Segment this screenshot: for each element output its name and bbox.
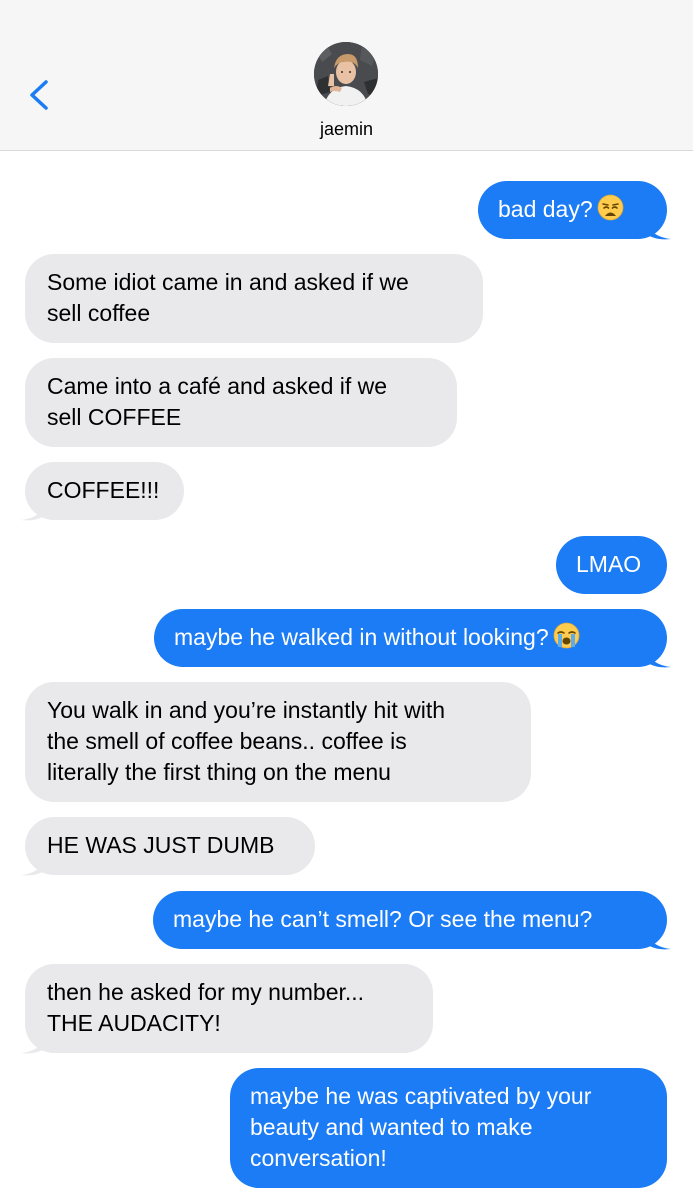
weary-face-icon (597, 194, 624, 229)
message-line: literally the first thing on the menu (47, 759, 391, 785)
message-line: the smell of coffee beans.. coffee is (47, 728, 407, 754)
message-text: bad day? (498, 196, 593, 222)
received-message[interactable]: COFFEE!!! (25, 462, 184, 520)
received-message[interactable]: then he asked for my number... THE AUDAC… (25, 964, 433, 1053)
bubble-tail (21, 1035, 47, 1054)
sent-message[interactable]: maybe he walked in without looking? (154, 609, 667, 667)
message-line: conversation! (250, 1145, 387, 1171)
sent-message[interactable]: maybe he was captivated by your beauty a… (230, 1068, 667, 1188)
sent-message[interactable]: LMAO (556, 536, 667, 594)
bubble-tail (645, 931, 671, 950)
conversation-header: jaemin (0, 0, 693, 151)
message-line: sell COFFEE (47, 404, 182, 430)
received-message[interactable]: Some idiot came in and asked if we sell … (25, 254, 483, 343)
received-message[interactable]: You walk in and you’re instantly hit wit… (25, 682, 531, 802)
message-text: maybe he walked in without looking? (174, 624, 549, 650)
bubble-tail (21, 502, 47, 521)
back-button[interactable] (20, 70, 60, 120)
received-message[interactable]: HE WAS JUST DUMB (25, 817, 315, 875)
message-line: Some idiot came in and asked if we (47, 269, 409, 295)
message-line: You walk in and you’re instantly hit wit… (47, 697, 446, 723)
received-message[interactable]: Came into a café and asked if we sell CO… (25, 358, 457, 447)
sent-message[interactable]: bad day? (478, 181, 667, 239)
message-text: HE WAS JUST DUMB (47, 832, 275, 858)
bubble-tail (645, 649, 671, 668)
contact-name: jaemin (319, 119, 374, 139)
bubble-tail (21, 857, 47, 876)
message-line: Came into a café and asked if we (47, 373, 388, 399)
message-thread[interactable]: bad day? Some idiot came in and asked if… (0, 151, 693, 1200)
contact-avatar[interactable] (314, 42, 378, 106)
message-line: beauty and wanted to make (250, 1114, 533, 1140)
message-text: LMAO (576, 551, 642, 577)
message-line: sell coffee (47, 300, 151, 326)
loudly-crying-face-icon (553, 622, 580, 657)
sent-message[interactable]: maybe he can’t smell? Or see the menu? (153, 891, 667, 949)
chevron-left-icon (30, 80, 48, 110)
message-line: then he asked for my number... (47, 979, 365, 1005)
bubble-tail (645, 221, 671, 240)
message-text: COFFEE!!! (47, 477, 160, 503)
message-text: maybe he can’t smell? Or see the menu? (173, 906, 593, 932)
avatar-photo (314, 42, 378, 106)
message-line: maybe he was captivated by your (250, 1083, 592, 1109)
message-line: THE AUDACITY! (47, 1010, 221, 1036)
